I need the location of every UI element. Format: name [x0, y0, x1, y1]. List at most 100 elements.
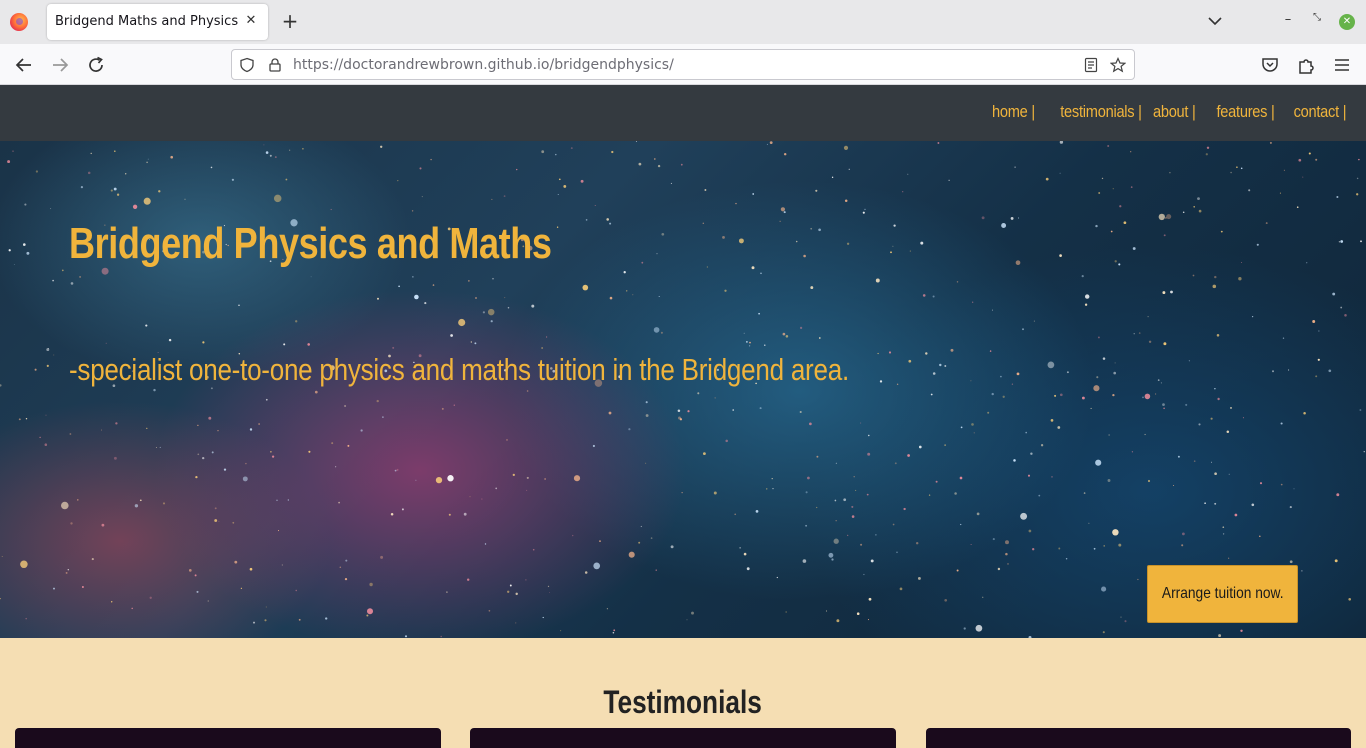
star-particle — [265, 398, 268, 401]
back-arrow-icon[interactable] — [13, 54, 35, 76]
window-close-icon[interactable]: ✕ — [1339, 14, 1355, 30]
star-particle — [1028, 529, 1032, 533]
star-particle — [751, 266, 755, 270]
star-particle — [1114, 260, 1117, 263]
nav-link-testimonials[interactable]: testimonials | — [1060, 102, 1142, 121]
star-particle — [625, 290, 628, 292]
star-particle — [758, 312, 760, 315]
star-particle — [1269, 141, 1272, 144]
browser-tab[interactable]: Bridgend Maths and Physics ✕ — [47, 4, 268, 40]
star-particle — [512, 473, 515, 477]
star-particle — [396, 468, 399, 471]
star-particle — [330, 208, 332, 211]
star-particle — [1256, 243, 1259, 246]
shield-icon[interactable] — [239, 57, 255, 73]
star-particle — [862, 211, 865, 214]
star-particle — [1306, 262, 1308, 264]
star-particle — [1241, 261, 1243, 263]
star-particle — [1088, 522, 1090, 524]
star-particle — [421, 196, 423, 198]
pocket-icon[interactable] — [1259, 54, 1281, 76]
minimize-icon[interactable]: – — [1281, 12, 1295, 30]
chevron-down-icon[interactable] — [1206, 12, 1224, 30]
star-particle — [779, 220, 781, 222]
close-icon[interactable]: ✕ — [243, 13, 259, 29]
star-particle — [245, 462, 247, 465]
star-particle — [725, 439, 728, 443]
star-particle — [1016, 372, 1020, 376]
star-particle — [831, 176, 834, 178]
star-particle — [702, 222, 705, 225]
star-particle — [488, 609, 491, 612]
new-tab-plus-icon[interactable]: + — [280, 11, 300, 31]
star-particle — [380, 145, 383, 148]
url-text[interactable]: https://doctorandrewbrown.github.io/brid… — [293, 57, 674, 73]
star-particle — [509, 584, 512, 587]
nav-link-home[interactable]: home | — [992, 102, 1035, 121]
star-particle — [475, 297, 477, 299]
restore-icon[interactable]: ⤡ — [1310, 12, 1324, 30]
star-particle — [1120, 616, 1122, 618]
star-particle — [547, 585, 550, 588]
lock-icon[interactable] — [267, 57, 283, 73]
star-particle — [835, 462, 837, 464]
star-particle — [1248, 189, 1251, 192]
star-particle — [139, 499, 142, 502]
star-particle — [855, 489, 857, 491]
star-particle — [843, 498, 847, 502]
star-particle — [116, 193, 120, 196]
star-particle — [469, 496, 471, 498]
star-particle — [875, 534, 877, 536]
extensions-icon[interactable] — [1295, 54, 1317, 76]
nav-item-about[interactable]: about | — [1153, 102, 1196, 122]
nav-item-contact[interactable]: contact | — [1293, 102, 1346, 122]
star-particle — [1177, 455, 1180, 458]
star-particle — [131, 607, 133, 610]
star-particle — [1228, 473, 1230, 475]
star-particle — [846, 242, 850, 245]
star-particle — [1098, 192, 1101, 194]
star-particle — [1147, 316, 1149, 318]
star-particle — [645, 462, 647, 464]
star-particle — [1181, 544, 1184, 547]
star-particle — [281, 564, 283, 566]
reader-view-icon[interactable] — [1083, 57, 1099, 73]
star-particle — [249, 428, 253, 431]
star-particle — [506, 439, 508, 441]
star-particle — [218, 520, 220, 522]
nav-item-features[interactable]: features | — [1217, 102, 1275, 122]
star-particle — [1130, 186, 1133, 188]
star-particle — [240, 587, 243, 589]
url-bar[interactable]: https://doctorandrewbrown.github.io/brid… — [231, 49, 1135, 80]
star-particle — [202, 456, 205, 460]
star-particle — [997, 567, 1001, 571]
star-particle — [87, 171, 91, 175]
nav-link-features[interactable]: features | — [1217, 102, 1275, 121]
menu-icon[interactable] — [1331, 54, 1353, 76]
star-particle — [468, 280, 470, 282]
star-particle — [1107, 145, 1110, 147]
star-particle — [1000, 375, 1002, 378]
star-particle — [376, 399, 379, 403]
nav-link-about[interactable]: about | — [1153, 102, 1196, 121]
star-particle — [937, 142, 940, 144]
nav-item-testimonials[interactable]: testimonials | — [1060, 102, 1142, 122]
reload-icon[interactable] — [85, 54, 107, 76]
bookmark-star-icon[interactable] — [1110, 57, 1126, 73]
star-particle — [868, 434, 870, 437]
star-particle — [1083, 492, 1086, 494]
forward-arrow-icon[interactable] — [49, 54, 71, 76]
nav-item-home[interactable]: home | — [992, 102, 1035, 122]
arrange-tuition-button[interactable]: Arrange tuition now. — [1147, 565, 1298, 623]
star-particle — [214, 507, 217, 510]
star-particle — [783, 152, 787, 156]
star-particle — [714, 397, 716, 399]
nav-link-contact[interactable]: contact | — [1293, 102, 1346, 121]
star-particle — [609, 222, 612, 225]
star-particle — [394, 469, 397, 472]
star-particle — [1163, 342, 1167, 346]
star-particle — [487, 308, 495, 316]
star-particle — [1066, 371, 1069, 374]
star-particle — [242, 476, 248, 482]
star-particle — [397, 179, 399, 182]
